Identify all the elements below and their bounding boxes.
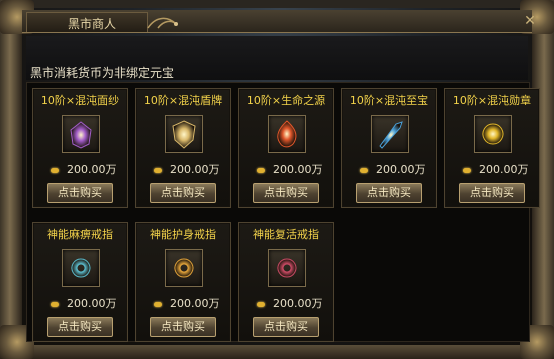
item-slot[interactable] xyxy=(268,249,306,287)
item-card: 神能复活戒指 200.00万点击购买 xyxy=(238,222,334,342)
item-slot[interactable] xyxy=(371,115,409,153)
item-name: 10阶×混沌盾牌 xyxy=(143,94,223,107)
gold-ingot-icon xyxy=(463,167,471,173)
item-price: 200.00万 xyxy=(51,161,117,176)
buy-button[interactable]: 点击购买 xyxy=(253,317,319,337)
ring-icon xyxy=(174,258,194,278)
buy-button[interactable]: 点击购买 xyxy=(150,183,216,203)
gold-ingot-icon xyxy=(51,167,59,173)
item-price: 200.00万 xyxy=(154,161,220,176)
gold-ingot-icon xyxy=(360,167,368,173)
black-market-window: 黑市商人 ✕ 黑市消耗货币为非绑定元宝 10阶×混沌面纱 200.00万 点击购买 1… xyxy=(0,0,554,359)
price-value: 200.00万 xyxy=(67,163,117,176)
item-name: 神能护身戒指 xyxy=(150,228,216,241)
ring-icon xyxy=(277,258,297,278)
item-price: 200.00万 xyxy=(257,161,323,176)
price-value: 200.00万 xyxy=(273,163,323,176)
close-button[interactable]: ✕ xyxy=(520,12,540,30)
life-source-icon xyxy=(277,120,297,148)
item-name: 神能麻痹戒指 xyxy=(47,228,113,241)
gold-ingot-icon xyxy=(257,167,265,173)
item-card: 神能护身戒指 200.00万点击购买 xyxy=(135,222,231,342)
item-card: 10阶×混沌至宝 200.00万点击购买 xyxy=(341,88,437,208)
item-slot[interactable] xyxy=(165,115,203,153)
gold-ingot-icon xyxy=(257,301,265,307)
item-name: 10阶×生命之源 xyxy=(246,94,326,107)
gold-ingot-icon xyxy=(154,301,162,307)
buy-button[interactable]: 点击购买 xyxy=(47,183,113,203)
item-slot[interactable] xyxy=(62,115,100,153)
item-slot[interactable] xyxy=(62,249,100,287)
item-card: 神能麻痹戒指 200.00万点击购买 xyxy=(32,222,128,342)
buy-button[interactable]: 点击购买 xyxy=(459,183,525,203)
price-value: 200.00万 xyxy=(376,163,426,176)
item-card: 10阶×生命之源 200.00万点击购买 xyxy=(238,88,334,208)
ring-icon xyxy=(71,258,91,278)
item-card: 10阶×混沌勋章 200.00万点击购买 xyxy=(444,88,540,208)
currency-notice: 黑市消耗货币为非绑定元宝 xyxy=(30,66,175,80)
price-value: 200.00万 xyxy=(170,297,220,310)
gold-ingot-icon xyxy=(51,301,59,307)
item-slot[interactable] xyxy=(474,115,512,153)
item-name: 10阶×混沌面纱 xyxy=(40,94,120,107)
item-price: 200.00万 xyxy=(154,295,220,310)
price-value: 200.00万 xyxy=(170,163,220,176)
item-slot[interactable] xyxy=(165,249,203,287)
buy-button[interactable]: 点击购买 xyxy=(47,317,113,337)
medal-icon xyxy=(482,123,504,145)
item-price: 200.00万 xyxy=(257,295,323,310)
price-value: 200.00万 xyxy=(273,297,323,310)
left-frame xyxy=(0,0,22,359)
item-slot[interactable] xyxy=(268,115,306,153)
item-price: 200.00万 xyxy=(360,161,426,176)
item-price: 200.00万 xyxy=(51,295,117,310)
shield-icon xyxy=(172,120,196,149)
item-name: 10阶×混沌勋章 xyxy=(452,94,532,107)
item-name: 神能复活戒指 xyxy=(253,228,319,241)
item-name: 10阶×混沌至宝 xyxy=(349,94,429,107)
gold-ingot-icon xyxy=(154,167,162,173)
item-card: 10阶×混沌盾牌 200.00万点击购买 xyxy=(135,88,231,208)
item-card: 10阶×混沌面纱 200.00万点击购买 xyxy=(32,88,128,208)
price-value: 200.00万 xyxy=(67,297,117,310)
price-value: 200.00万 xyxy=(479,163,529,176)
buy-button[interactable]: 点击购买 xyxy=(150,317,216,337)
bottom-frame xyxy=(0,345,554,359)
item-price: 200.00万 xyxy=(463,161,529,176)
window-title: 黑市商人 xyxy=(68,17,117,31)
buy-button[interactable]: 点击购买 xyxy=(356,183,422,203)
treasure-blade-icon xyxy=(379,121,403,149)
title-ornament-icon xyxy=(147,17,178,29)
veil-icon xyxy=(70,121,92,149)
buy-button[interactable]: 点击购买 xyxy=(253,183,319,203)
